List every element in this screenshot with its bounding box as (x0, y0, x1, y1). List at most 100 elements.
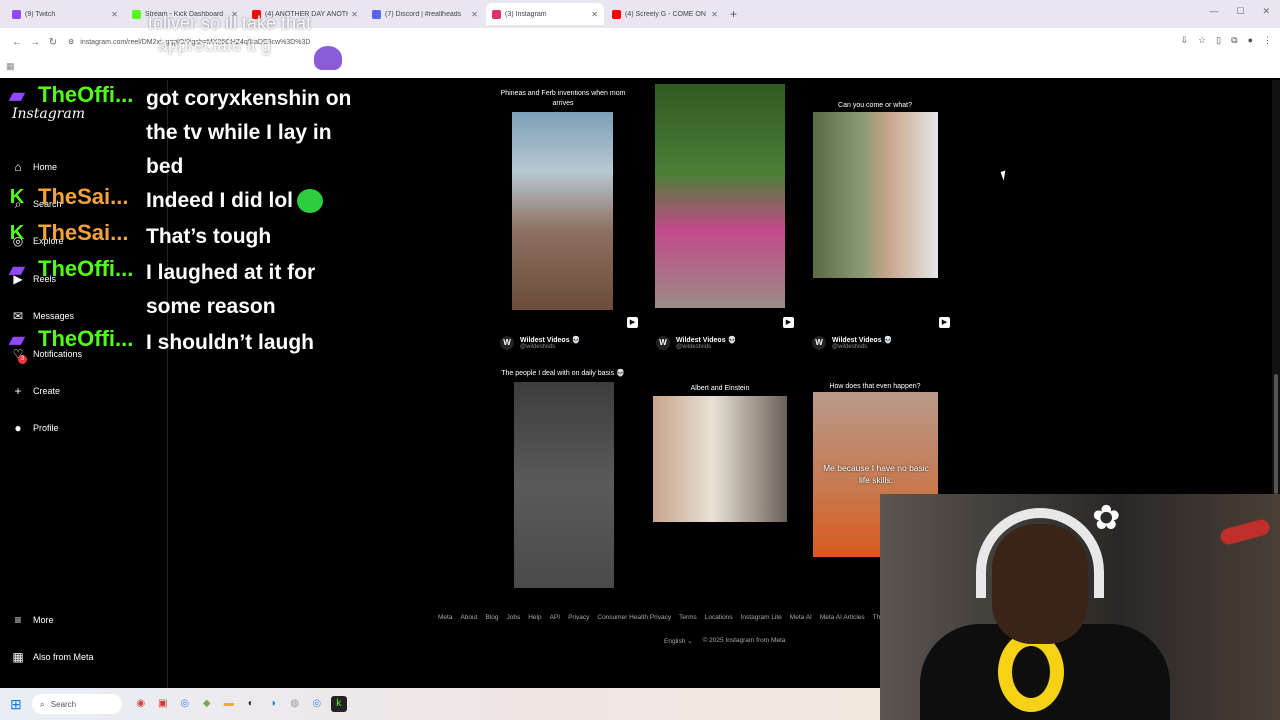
scrollbar-thumb[interactable] (1274, 374, 1278, 494)
footer-link[interactable]: About (460, 614, 477, 621)
stream-chat-overlay: ▰ TheOffi... got coryxkenshin on the tv … (0, 80, 470, 380)
youtube-icon (612, 9, 621, 19)
play-icon[interactable]: ▶ (627, 317, 638, 328)
tab-twitch[interactable]: (9) Twitch ✕ (6, 3, 124, 25)
chat-message: ▰ TheOffi... I laughed at it for some re… (4, 256, 366, 324)
footer-links: Meta About Blog Jobs Help API Privacy Co… (438, 614, 913, 621)
play-icon[interactable]: ▶ (783, 317, 794, 328)
chat-username: TheOffi... (38, 82, 134, 107)
new-tab-button[interactable]: + (730, 7, 737, 21)
footer-link[interactable]: Instagram Lite (741, 614, 782, 621)
bookmark-star-icon[interactable]: ☆ (1198, 35, 1206, 46)
twitch-icon: ▰ (9, 328, 25, 351)
post-caption: How does that even happen? (829, 383, 921, 390)
post-thumbnail[interactable] (813, 112, 938, 278)
extensions-icon[interactable]: ⧉ (1231, 35, 1237, 46)
instagram-icon (492, 9, 501, 19)
kick-icon (132, 9, 141, 19)
chat-message: K TheSai... Indeed I did lol (4, 184, 366, 218)
sidepanel-icon[interactable]: ▯ (1216, 35, 1221, 46)
chat-text: I shouldn’t laugh (146, 331, 314, 354)
post-thumbnail[interactable] (653, 396, 787, 522)
flower-decoration-icon: ✿ (1092, 499, 1121, 537)
footer-link[interactable]: Meta AI Articles (820, 614, 865, 621)
kick-icon[interactable]: k (330, 696, 347, 712)
back-icon[interactable]: ← (8, 37, 26, 48)
tab-discord[interactable]: (7) Discord | #reallheads ✕ (366, 3, 484, 25)
plus-icon: + (14, 384, 22, 398)
chrome-icon[interactable]: ◎ (309, 696, 325, 712)
footer-link[interactable]: Consumer Health Privacy (597, 614, 671, 621)
app-icon[interactable]: ◆ (199, 696, 215, 712)
chat-username: TheSai... (38, 220, 129, 245)
profile-icon[interactable]: ● (1248, 35, 1253, 46)
footer-link[interactable]: Jobs (506, 614, 520, 621)
browser-toolbar: ⇩ ☆ ▯ ⧉ ● ⋮ (1181, 35, 1272, 46)
install-icon[interactable]: ⇩ (1181, 35, 1189, 46)
post-account[interactable]: W Wildest Videos 💀 @wildestvids (500, 336, 580, 350)
footer-link[interactable]: Privacy (568, 614, 589, 621)
footer-link[interactable]: Terms (679, 614, 697, 621)
reload-icon[interactable]: ↻ (44, 37, 62, 48)
apps-grid-icon[interactable]: ▦ (6, 61, 15, 72)
twitch-icon (12, 9, 21, 19)
account-avatar: W (500, 336, 514, 350)
discord-icon (372, 9, 381, 19)
language-select[interactable]: English ⌄ (664, 637, 693, 645)
heart-emote-icon (314, 46, 342, 70)
sidebar-item-also-from-meta[interactable]: ▦ Also from Meta (10, 648, 93, 666)
twitch-icon: ▰ (9, 84, 25, 107)
chat-username: TheOffi... (38, 326, 134, 351)
avatar-icon: ● (14, 421, 22, 435)
app-icon[interactable]: ▣ (155, 696, 171, 712)
footer-link[interactable]: API (550, 614, 560, 621)
close-window-icon[interactable]: ✕ (1262, 6, 1270, 17)
footer-link[interactable]: Help (528, 614, 541, 621)
post-thumbnail[interactable] (655, 84, 785, 308)
meta-grid-icon: ▦ (12, 650, 24, 664)
taskbar-search[interactable]: ⌕ Search (31, 694, 122, 714)
post-thumbnail[interactable] (512, 112, 613, 310)
app-icon[interactable]: ◍ (287, 696, 303, 712)
sidebar-item-more[interactable]: ≡ More (10, 611, 53, 629)
post-thumbnail[interactable] (514, 382, 614, 588)
chat-text: That’s tough (146, 225, 272, 248)
edge-icon[interactable]: ◑ (265, 696, 281, 712)
minimize-icon[interactable]: — (1209, 6, 1218, 17)
sidebar-item-profile[interactable]: ● Profile (10, 419, 58, 437)
chat-username: TheOffi... (38, 256, 134, 281)
menu-icon[interactable]: ⋮ (1263, 35, 1272, 46)
footer-link[interactable]: Locations (705, 614, 733, 621)
chrome-icon[interactable]: ◎ (177, 696, 193, 712)
site-info-icon[interactable]: ⚙ (68, 38, 74, 46)
tab-instagram[interactable]: (3) Instagram ✕ (486, 3, 604, 25)
footer-link[interactable]: Blog (485, 614, 498, 621)
chat-message: K TheSai... That’s tough (4, 220, 366, 254)
footer-link[interactable]: Meta AI (790, 614, 812, 621)
emote-icon (297, 189, 323, 214)
copyright: © 2025 Instagram from Meta (702, 637, 786, 644)
chat-username: TheSai... (38, 184, 129, 209)
folder-icon[interactable]: ▬ (221, 696, 237, 712)
close-icon[interactable]: ✕ (471, 10, 478, 19)
windows-start-icon[interactable]: ⊞ (10, 696, 22, 713)
steam-icon[interactable]: ◐ (243, 696, 259, 712)
windows-taskbar: ⊞ ⌕ Search ◉ ▣ ◎ ◆ ▬ ◐ ◑ ◍ ◎ k (0, 688, 880, 720)
sidebar-item-create[interactable]: + Create (10, 382, 60, 400)
close-icon[interactable]: ✕ (351, 10, 358, 19)
footer-link[interactable]: Meta (438, 614, 452, 621)
close-icon[interactable]: ✕ (711, 10, 718, 19)
play-icon[interactable]: ▶ (939, 317, 950, 328)
forward-icon[interactable]: → (26, 37, 44, 48)
tab-youtube-2[interactable]: (4) Screely G - COME ON LET✕ (606, 3, 724, 25)
close-icon[interactable]: ✕ (591, 10, 598, 19)
kick-icon: K (9, 221, 25, 244)
post-account[interactable]: W Wildest Videos 💀 @wildestvids (656, 336, 736, 350)
account-avatar: W (812, 336, 826, 350)
oregon-logo (998, 632, 1064, 712)
chat-text: got coryxkenshin on the tv while I lay i… (146, 87, 352, 178)
post-account[interactable]: W Wildest Videos 💀 @wildestvids (812, 336, 892, 350)
close-icon[interactable]: ✕ (111, 10, 118, 19)
maximize-icon[interactable]: ☐ (1236, 6, 1244, 17)
app-icon[interactable]: ◉ (133, 696, 149, 712)
